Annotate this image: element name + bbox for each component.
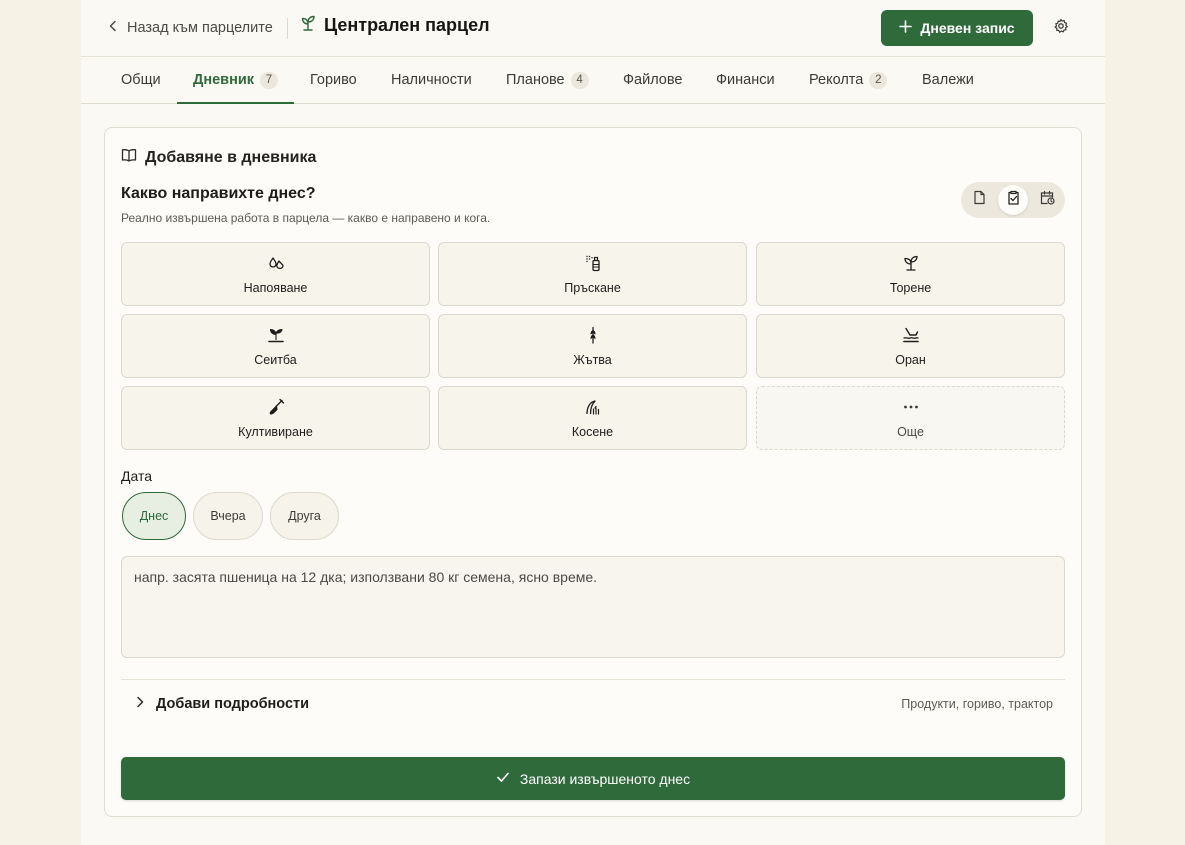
activity-label: Напояване xyxy=(243,280,308,295)
tab-label: Наличности xyxy=(391,72,472,88)
grass-icon xyxy=(584,398,602,421)
calendar-clock-icon xyxy=(1040,190,1055,210)
plus-icon xyxy=(899,20,913,36)
page: Назад към парцелите Централен парцел Дне… xyxy=(81,0,1105,845)
notes-textarea[interactable] xyxy=(121,556,1065,658)
date-other-option[interactable]: Друга xyxy=(270,492,339,540)
card-header: Добавяне в дневника xyxy=(121,147,316,168)
activity-more[interactable]: Още xyxy=(756,386,1065,450)
spray-can-icon xyxy=(584,254,602,277)
activity-mowing[interactable]: Косене xyxy=(438,386,747,450)
add-details-toggle[interactable]: Добави подробности Продукти, гориво, тра… xyxy=(121,680,1065,728)
new-daily-entry-label: Дневен запис xyxy=(920,20,1015,36)
tab-fuel[interactable]: Гориво xyxy=(310,57,357,103)
tab-label: Реколта xyxy=(809,72,864,88)
tab-files[interactable]: Файлове xyxy=(623,57,682,103)
new-daily-entry-button[interactable]: Дневен запис xyxy=(881,10,1033,46)
book-open-icon xyxy=(121,147,137,168)
activity-label: Жътва xyxy=(573,352,612,367)
add-details-hint: Продукти, гориво, трактор xyxy=(901,697,1053,711)
back-link-label: Назад към парцелите xyxy=(127,20,273,36)
tab-label: Общи xyxy=(121,72,161,88)
tab-count-badge: 4 xyxy=(570,71,589,89)
back-link[interactable]: Назад към парцелите xyxy=(107,18,273,38)
date-today-option[interactable]: Днес xyxy=(122,492,186,540)
top-bar: Назад към парцелите Централен парцел Дне… xyxy=(81,0,1105,57)
tab-label: Планове xyxy=(506,72,565,88)
more-icon xyxy=(902,398,920,421)
activity-label: Още xyxy=(897,424,924,439)
droplets-icon xyxy=(267,254,285,277)
tab-rainfall[interactable]: Валежи xyxy=(922,57,974,103)
activity-ploughing[interactable]: Оран xyxy=(756,314,1065,378)
activity-label: Оран xyxy=(895,352,926,367)
activity-irrigation[interactable]: Напояване xyxy=(121,242,430,306)
tab-inventory[interactable]: Наличности xyxy=(391,57,472,103)
tab-plans[interactable]: Планове 4 xyxy=(506,57,589,103)
add-details-title: Добави подробности xyxy=(156,696,310,712)
seedling-icon xyxy=(267,326,285,349)
title-group: Централен парцел xyxy=(300,15,490,36)
mode-done-button[interactable] xyxy=(998,185,1028,215)
tab-label: Файлове xyxy=(623,72,683,88)
tab-harvest[interactable]: Реколта 2 xyxy=(809,57,888,103)
mode-scheduled-button[interactable] xyxy=(1032,185,1062,215)
activity-label: Торене xyxy=(889,280,932,295)
activity-fertilizing[interactable]: Торене xyxy=(756,242,1065,306)
gear-icon xyxy=(1053,18,1069,38)
settings-button[interactable] xyxy=(1053,18,1073,38)
mode-note-button[interactable] xyxy=(964,185,994,215)
card-title: Добавяне в дневника xyxy=(145,148,317,166)
file-icon xyxy=(972,190,987,210)
tab-count-badge: 2 xyxy=(869,71,888,89)
chevron-left-icon xyxy=(107,20,119,36)
header-divider xyxy=(287,18,288,39)
clipboard-check-icon xyxy=(1006,190,1021,210)
save-done-today-label: Запази извършеното днес xyxy=(519,770,691,787)
tab-label: Гориво xyxy=(310,72,357,88)
save-done-today-button[interactable]: Запази извършеното днес xyxy=(121,757,1065,800)
tab-finance[interactable]: Финанси xyxy=(716,57,775,103)
activity-label: Косене xyxy=(571,424,614,439)
activity-spraying[interactable]: Пръскане xyxy=(438,242,747,306)
wheat-icon xyxy=(584,326,602,349)
chevron-right-icon xyxy=(121,695,146,713)
activity-label: Пръскане xyxy=(564,280,621,295)
tab-label: Валежи xyxy=(922,72,974,88)
tab-general[interactable]: Общи xyxy=(121,57,161,103)
entry-mode-switch xyxy=(961,182,1065,218)
date-label: Дата xyxy=(121,468,153,484)
question-title: Какво направихте днес? xyxy=(121,185,316,202)
shovel-icon xyxy=(267,398,285,421)
question-subtitle: Реално извършена работа в парцела — какв… xyxy=(121,211,491,225)
tab-label: Финанси xyxy=(716,72,775,88)
tab-bar: Общи Дневник 7 Гориво Наличности Планове… xyxy=(81,57,1105,104)
activity-harvest[interactable]: Жътва xyxy=(438,314,747,378)
tab-count-badge: 7 xyxy=(260,71,278,89)
activity-cultivation[interactable]: Култивиране xyxy=(121,386,430,450)
activity-label: Култивиране xyxy=(238,424,313,439)
journal-entry-card: Добавяне в дневника Какво направихте дне… xyxy=(104,127,1082,817)
check-icon xyxy=(496,770,510,787)
sprout-icon xyxy=(300,15,316,36)
plough-icon xyxy=(902,326,920,349)
tab-label: Дневник xyxy=(193,72,254,88)
tab-journal[interactable]: Дневник 7 xyxy=(177,57,294,104)
activity-sowing[interactable]: Сеитба xyxy=(121,314,430,378)
page-title: Централен парцел xyxy=(324,15,490,35)
date-yesterday-option[interactable]: Вчера xyxy=(193,492,263,540)
sprout-icon xyxy=(902,254,920,277)
activity-label: Сеитба xyxy=(254,352,297,367)
